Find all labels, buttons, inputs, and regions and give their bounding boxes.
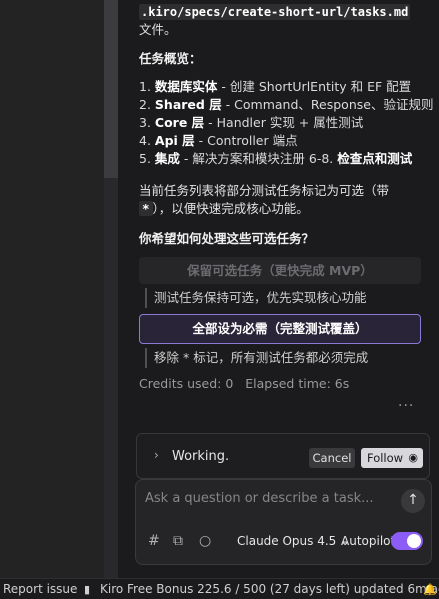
task-item: 5. 集成 - 解决方案和模块注册 6-8. 检查点和测试 xyxy=(139,151,413,166)
task-item: 2. Shared 层 - Command、Response、验证规则 xyxy=(139,97,434,112)
all-required-description: 移除 * 标记，所有测试任务都必须完成 xyxy=(145,348,415,368)
image-icon[interactable]: ⧉ xyxy=(173,533,183,549)
chat-panel: .kiro/specs/create-short-url/tasks.md 文件… xyxy=(120,0,439,578)
task-item: 4. Api 层 - Controller 端点 xyxy=(139,133,298,148)
follow-label: Follow xyxy=(367,451,404,465)
working-label: Working. xyxy=(172,449,230,464)
send-button[interactable]: ↑ xyxy=(401,489,425,513)
task-item: 3. Core 层 - Handler 实现 + 属性测试 xyxy=(139,115,364,130)
overview-heading: 任务概览： xyxy=(139,51,202,66)
chat-input[interactable]: Ask a question or describe a task... xyxy=(145,491,374,506)
chat-input-box[interactable]: Ask a question or describe a task... ↑ #… xyxy=(135,479,432,565)
bell-icon[interactable]: 🔔 xyxy=(423,583,437,596)
optional-tasks-note: 当前任务列表将部分测试任务标记为可选（带 * ），以便快速完成核心功能。 xyxy=(139,183,390,216)
keep-optional-description: 测试任务保持可选，优先实现核心功能 xyxy=(145,288,415,308)
editor-area xyxy=(0,0,104,578)
follow-button[interactable]: Follow ◉ xyxy=(361,448,423,468)
report-issue-link[interactable]: Report issue xyxy=(3,582,77,596)
task-list: 1. 数据库实体 - 创建 ShortUrlEntity 和 EF 配置 2. … xyxy=(139,78,434,168)
working-status: › Working. Cancel Follow ◉ xyxy=(136,433,430,479)
all-required-option[interactable]: 全部设为必需（完整测试覆盖） xyxy=(139,314,421,344)
task-item: 1. 数据库实体 - 创建 ShortUrlEntity 和 EF 配置 xyxy=(139,79,412,94)
keep-optional-option[interactable]: 保留可选任务（更快完成 MVP） xyxy=(139,257,421,284)
file-path[interactable]: .kiro/specs/create-short-url/tasks.md xyxy=(139,4,411,20)
status-bar: Report issue ▮ Kiro Free Bonus 225.6 / 5… xyxy=(0,578,439,599)
autopilot-label: Autopilot xyxy=(341,534,396,548)
eye-icon: ◉ xyxy=(408,451,418,464)
cancel-button[interactable]: Cancel xyxy=(309,448,355,468)
chart-icon: ▮ xyxy=(84,583,91,596)
elapsed-time: Elapsed time: 6s xyxy=(245,376,350,391)
more-options-icon[interactable]: ··· xyxy=(398,398,414,414)
asterisk-code: * xyxy=(139,201,153,216)
file-path-suffix: 文件。 xyxy=(139,22,177,37)
usage-stats: Credits used: 0 Elapsed time: 6s xyxy=(139,376,349,391)
toggle-knob xyxy=(407,534,421,548)
model-selector[interactable]: Claude Opus 4.5 ⌄ xyxy=(237,534,350,548)
credits-used: Credits used: 0 xyxy=(139,376,234,391)
bonus-status[interactable]: Kiro Free Bonus 225.6 / 500 (27 days lef… xyxy=(100,582,439,596)
hash-icon[interactable]: # xyxy=(148,533,160,549)
scrollbar-thumb[interactable] xyxy=(104,0,118,178)
tasks-file-reference: .kiro/specs/create-short-url/tasks.md 文件… xyxy=(139,3,431,39)
autopilot-toggle[interactable] xyxy=(391,532,423,550)
question-text: 你希望如何处理这些可选任务？ xyxy=(139,231,315,246)
chevron-right-icon[interactable]: › xyxy=(154,448,159,462)
circle-icon[interactable]: ○ xyxy=(199,533,211,549)
